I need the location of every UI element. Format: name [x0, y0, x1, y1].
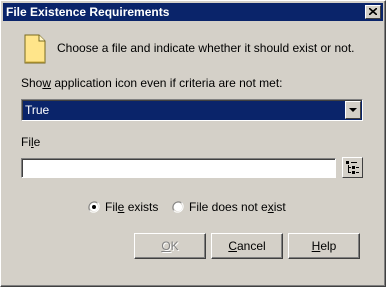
browse-button[interactable] — [342, 157, 363, 178]
help-button[interactable]: Help — [288, 233, 360, 259]
radio-file-does-not-exist[interactable]: File does not exist — [172, 199, 286, 215]
close-icon — [369, 8, 377, 15]
ok-button[interactable]: OK — [134, 233, 206, 259]
file-label: File — [21, 135, 41, 149]
close-button[interactable] — [365, 5, 381, 19]
dropdown-selected-value: True — [25, 103, 50, 117]
file-path-input[interactable] — [21, 158, 336, 178]
chevron-down-icon — [349, 108, 357, 112]
radio-file-exists-label: File exists — [105, 200, 159, 214]
title-bar[interactable]: File Existence Requirements — [3, 3, 383, 21]
browse-icon — [346, 161, 359, 174]
cancel-button[interactable]: Cancel — [211, 233, 283, 259]
dropdown-arrow-button[interactable] — [345, 101, 361, 119]
dialog-title: File Existence Requirements — [6, 5, 170, 19]
radio-file-exists[interactable]: File exists — [88, 199, 158, 215]
document-icon — [24, 34, 46, 64]
radio-checked-icon — [88, 201, 100, 213]
show-icon-label: Show application icon even if criteria a… — [21, 76, 283, 90]
radio-file-does-not-exist-label: File does not exist — [189, 200, 286, 214]
radio-unchecked-icon — [172, 201, 184, 213]
dialog-window: File Existence Requirements Choose a fil… — [0, 0, 386, 287]
intro-text: Choose a file and indicate whether it sh… — [57, 41, 355, 55]
show-icon-dropdown[interactable]: True — [21, 99, 363, 121]
